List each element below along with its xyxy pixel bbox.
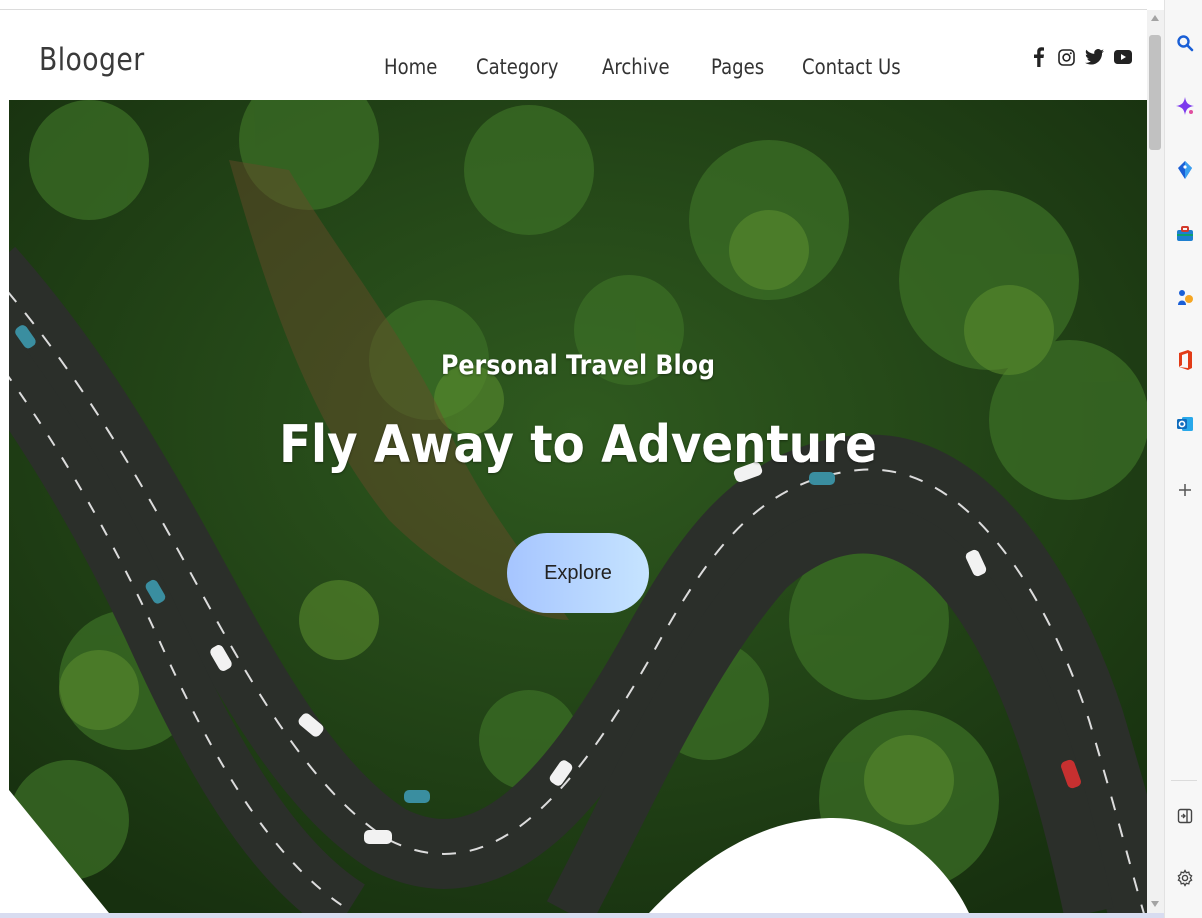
shopping-tag-icon[interactable] (1175, 160, 1195, 180)
navbar: Blooger Home Category Archive Pages Cont… (9, 10, 1147, 100)
social-links (1029, 46, 1132, 68)
nav-link-contact-us[interactable]: Contact Us (802, 55, 901, 79)
settings-icon[interactable] (1175, 868, 1195, 888)
hero-background-image (9, 100, 1147, 913)
hero-title: Fly Away to Adventure (279, 415, 877, 475)
browser-sidebar (1164, 0, 1202, 918)
youtube-icon[interactable] (1113, 46, 1132, 68)
toolbox-icon[interactable] (1175, 224, 1195, 244)
nav-links: Home Category Archive Pages Contact Us (384, 55, 947, 79)
brand-logo[interactable]: Blooger (39, 42, 145, 78)
twitter-icon[interactable] (1085, 46, 1104, 68)
scroll-down-arrow-icon[interactable] (1151, 901, 1159, 907)
instagram-icon[interactable] (1057, 46, 1076, 68)
scroll-thumb[interactable] (1149, 35, 1161, 150)
nav-link-pages[interactable]: Pages (711, 55, 764, 79)
browser-top-edge (0, 0, 1147, 10)
hero-section: Personal Travel Blog Fly Away to Adventu… (9, 100, 1147, 913)
facebook-icon[interactable] (1029, 46, 1048, 68)
games-icon[interactable] (1175, 287, 1195, 307)
web-page: Blooger Home Category Archive Pages Cont… (9, 10, 1147, 913)
window-bottom-edge (0, 913, 1164, 918)
sidebar-collapse-icon[interactable] (1175, 806, 1195, 826)
scroll-up-arrow-icon[interactable] (1151, 15, 1159, 21)
copilot-icon[interactable] (1175, 96, 1195, 116)
search-icon[interactable] (1175, 33, 1195, 53)
office-icon[interactable] (1175, 350, 1195, 370)
nav-link-home[interactable]: Home (384, 55, 437, 79)
nav-link-category[interactable]: Category (476, 55, 559, 79)
hero-subtitle: Personal Travel Blog (440, 350, 716, 381)
explore-button[interactable]: Explore (507, 533, 649, 613)
nav-link-archive[interactable]: Archive (602, 55, 670, 79)
outlook-icon[interactable] (1175, 414, 1195, 434)
sidebar-separator (1171, 780, 1197, 781)
add-icon[interactable] (1175, 480, 1195, 500)
page-scrollbar[interactable] (1147, 10, 1164, 913)
